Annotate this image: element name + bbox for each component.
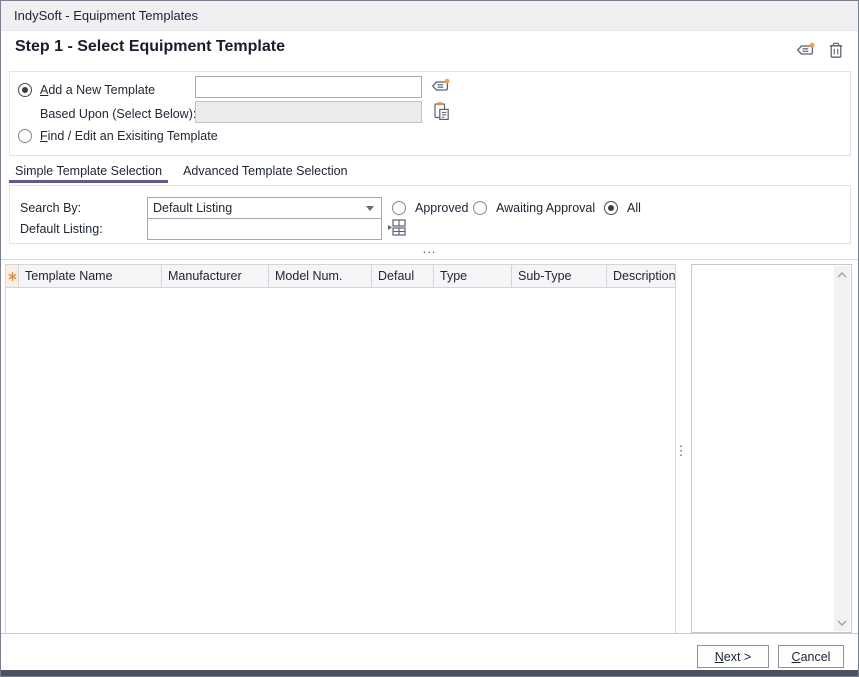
content-bottom-divider [1,633,858,634]
equipment-templates-window: IndySoft - Equipment Templates Step 1 - … [0,0,859,677]
template-results-grid[interactable]: Template Name Manufacturer Model Num. De… [5,264,676,633]
based-upon-label: Based Upon (Select Below): [40,107,196,121]
default-listing-input[interactable] [147,218,382,240]
grid-body-empty[interactable] [6,288,675,633]
column-header-template-name[interactable]: Template Name [19,265,162,287]
column-header-sub-type[interactable]: Sub-Type [512,265,607,287]
based-upon-input [195,101,422,123]
add-new-template-label: Add a New Template [40,83,155,97]
scroll-up-icon[interactable] [834,266,850,283]
awaiting-approval-label: Awaiting Approval [496,201,595,215]
approved-radio[interactable] [392,201,406,215]
column-header-type[interactable]: Type [434,265,512,287]
page-title: Step 1 - Select Equipment Template [15,38,285,56]
default-listing-lookup-icon[interactable] [387,219,406,236]
grid-header-row: Template Name Manufacturer Model Num. De… [6,264,675,288]
tab-advanced-template-selection[interactable]: Advanced Template Selection [177,161,353,183]
all-radio[interactable] [604,201,618,215]
chevron-down-icon [366,206,374,211]
scroll-down-icon[interactable] [834,614,850,631]
new-template-name-input[interactable] [195,76,422,98]
new-template-icon[interactable] [795,42,816,59]
description-panel [691,264,852,633]
column-header-model-num[interactable]: Model Num. [269,265,372,287]
search-by-label: Search By: [20,197,81,219]
approved-radio-group[interactable]: Approved [392,197,469,219]
horizontal-splitter[interactable]: ... [1,244,858,257]
next-button[interactable]: Next > [697,645,769,668]
column-header-manufacturer[interactable]: Manufacturer [162,265,269,287]
based-upon-paste-icon[interactable] [433,101,450,121]
cancel-button[interactable]: Cancel [778,645,844,668]
find-edit-template-label: Find / Edit an Exisiting Template [40,129,218,143]
template-mode-group: Add a New Template Based Upon (Select Be… [9,71,851,156]
search-by-value: Default Listing [153,201,232,215]
all-label: All [627,201,641,215]
column-header-description[interactable]: Description [607,265,675,287]
window-bottom-bar [1,670,858,676]
default-listing-label: Default Listing: [20,218,103,240]
delete-template-icon[interactable] [828,41,844,59]
find-edit-template-radio[interactable] [18,129,32,143]
window-titlebar[interactable]: IndySoft - Equipment Templates [1,1,858,31]
orange-asterisk-icon [8,272,17,281]
required-marker-column-header[interactable] [6,265,19,287]
splitter-line [1,259,858,260]
awaiting-approval-radio-group[interactable]: Awaiting Approval [473,197,595,219]
approved-label: Approved [415,201,469,215]
search-by-dropdown[interactable]: Default Listing [147,197,382,219]
window-title: IndySoft - Equipment Templates [14,8,198,23]
simple-search-group: Search By: Default Listing Approved Awai… [9,185,851,244]
template-selection-tabs: Simple Template Selection Advanced Templ… [9,161,354,183]
tab-simple-template-selection[interactable]: Simple Template Selection [9,161,168,183]
awaiting-approval-radio[interactable] [473,201,487,215]
new-template-name-icon[interactable] [430,78,451,95]
header-toolbar [795,41,844,59]
all-radio-group[interactable]: All [604,197,641,219]
add-new-template-radio[interactable] [18,83,32,97]
vertical-splitter[interactable]: ⋮ [673,438,689,464]
description-scrollbar[interactable] [834,266,850,631]
column-header-default[interactable]: Defaul [372,265,434,287]
